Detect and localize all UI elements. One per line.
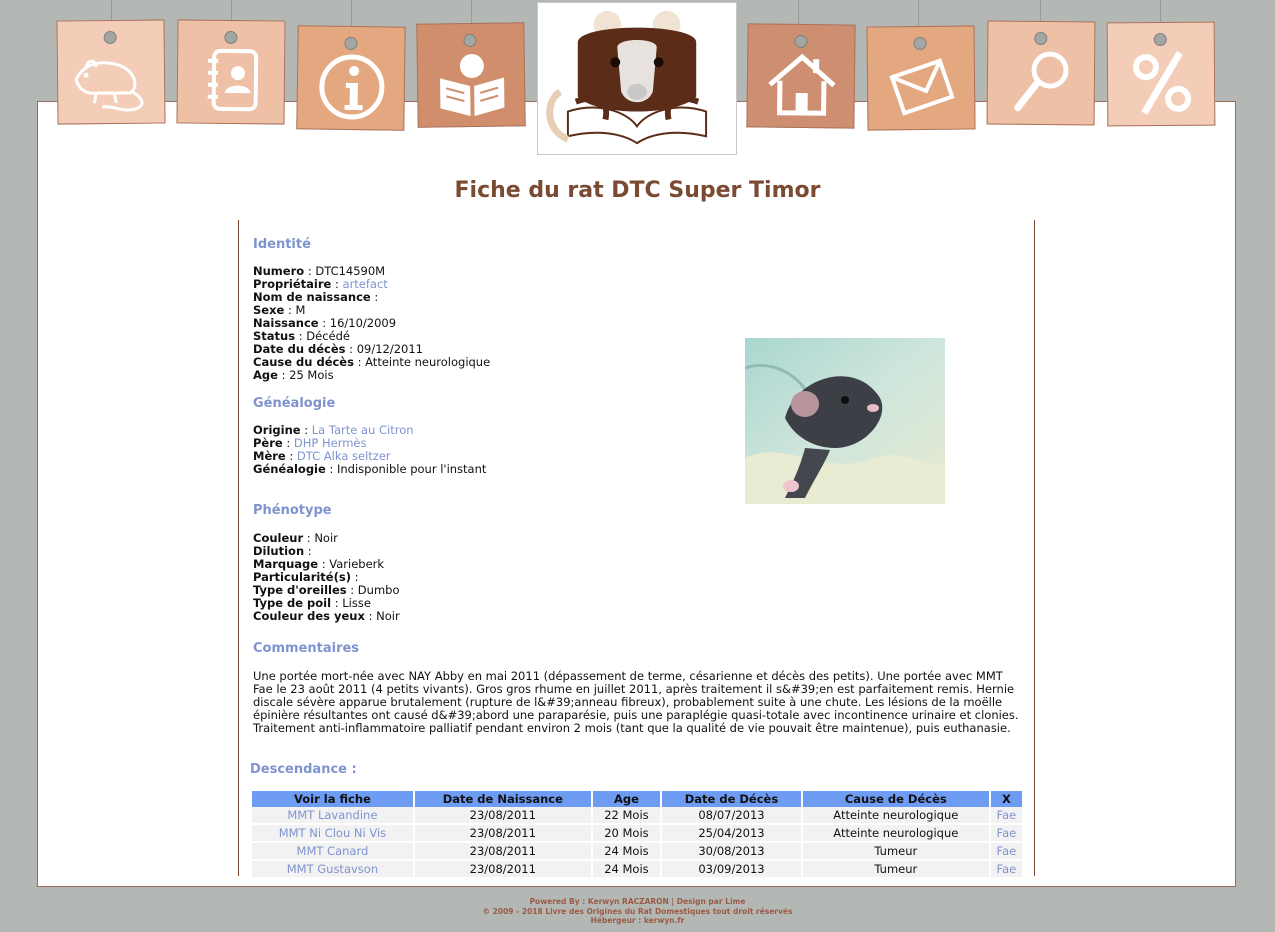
comment-text: Une portée mort-née avec NAY Abby en mai… bbox=[253, 669, 1019, 735]
column-header: Cause de Décès bbox=[802, 791, 989, 807]
origine-link[interactable]: La Tarte au Citron bbox=[312, 423, 414, 437]
partner-link[interactable]: Fae bbox=[997, 808, 1017, 822]
tag-hole bbox=[463, 33, 477, 48]
table-cell: 22 Mois bbox=[592, 807, 661, 825]
tag-hole bbox=[224, 30, 238, 45]
mere-link[interactable]: DTC Alka seltzer bbox=[297, 449, 391, 463]
column-header: X bbox=[990, 791, 1022, 807]
nav-search-button[interactable] bbox=[986, 20, 1096, 126]
table-cell: 20 Mois bbox=[592, 825, 661, 843]
descendance-heading: Descendance : bbox=[250, 762, 357, 777]
page-footer: Powered By : Kerwyn RACZARON | Design pa… bbox=[0, 897, 1275, 926]
rat-icon bbox=[74, 59, 144, 112]
table-cell: Tumeur bbox=[802, 861, 989, 879]
field-yeux: Couleur des yeux : Noir bbox=[253, 609, 400, 623]
table-cell: 23/08/2011 bbox=[414, 807, 591, 825]
table-cell: 23/08/2011 bbox=[414, 825, 591, 843]
table-cell: 23/08/2011 bbox=[414, 861, 591, 879]
search-icon bbox=[1014, 51, 1069, 112]
nav-info-button[interactable] bbox=[296, 25, 406, 131]
offspring-link[interactable]: MMT Canard bbox=[297, 844, 369, 858]
offspring-link[interactable]: MMT Ni Clou Ni Vis bbox=[279, 826, 386, 840]
genealogie-fields: Origine : La Tarte au Citron Père : DHP … bbox=[253, 424, 486, 476]
table-header-row: Voir la fiche Date de Naissance Age Date… bbox=[252, 791, 1022, 807]
table-cell: 23/08/2011 bbox=[414, 843, 591, 861]
column-header: Date de Naissance bbox=[414, 791, 591, 807]
table-row: MMT Canard 23/08/2011 24 Mois 30/08/2013… bbox=[252, 843, 1022, 861]
rat-photo-image bbox=[744, 338, 945, 504]
nav-mail-button[interactable] bbox=[866, 25, 976, 131]
tag-hole bbox=[1034, 31, 1048, 46]
field-age: Age : 25 Mois bbox=[253, 368, 334, 382]
offspring-link[interactable]: MMT Gustavson bbox=[287, 862, 378, 876]
table-cell: 30/08/2013 bbox=[662, 843, 801, 861]
table-cell: Tumeur bbox=[802, 843, 989, 861]
section-phenotype-heading: Phénotype bbox=[253, 503, 332, 518]
percent-icon bbox=[1132, 51, 1192, 115]
rat-book-logo-icon bbox=[546, 10, 708, 145]
numero-value: DTC14590M bbox=[315, 264, 386, 278]
table-cell: 24 Mois bbox=[592, 843, 661, 861]
reader-icon bbox=[440, 53, 505, 117]
rat-detail-panel: Identité Numero : DTC14590M Propriétaire… bbox=[238, 220, 1035, 879]
field-genealogie: Généalogie : Indisponible pour l'instant bbox=[253, 462, 487, 476]
table-cell: Atteinte neurologique bbox=[802, 807, 989, 825]
column-header: Age bbox=[592, 791, 661, 807]
info-icon bbox=[319, 54, 385, 120]
tag-hole bbox=[344, 36, 358, 51]
nav-reading-button[interactable] bbox=[416, 22, 526, 128]
partner-link[interactable]: Fae bbox=[997, 844, 1017, 858]
table-cell: 25/04/2013 bbox=[662, 825, 801, 843]
identite-fields: Numero : DTC14590M Propriétaire : artefa… bbox=[253, 265, 490, 382]
nav-rats-button[interactable] bbox=[56, 19, 166, 125]
nav-home-button[interactable] bbox=[746, 23, 856, 129]
footer-host: Hébergeur : kerwyn.fr bbox=[590, 916, 685, 925]
table-row: MMT Lavandine 23/08/2011 22 Mois 08/07/2… bbox=[252, 807, 1022, 825]
table-cell: 24 Mois bbox=[592, 861, 661, 879]
section-commentaires-heading: Commentaires bbox=[253, 641, 360, 656]
table-cell: Atteinte neurologique bbox=[802, 825, 989, 843]
site-logo[interactable] bbox=[537, 2, 737, 155]
home-icon bbox=[768, 53, 836, 116]
footer-copyright: © 2009 - 2018 Livre des Origines du Rat … bbox=[482, 906, 793, 916]
partner-link[interactable]: Fae bbox=[997, 826, 1017, 840]
mail-icon bbox=[889, 58, 955, 116]
column-header: Voir la fiche bbox=[252, 791, 413, 807]
tag-hole bbox=[1153, 32, 1167, 47]
section-genealogie-heading: Généalogie bbox=[253, 396, 336, 411]
tag-hole bbox=[794, 34, 808, 49]
table-cell: 03/09/2013 bbox=[662, 861, 801, 879]
offspring-link[interactable]: MMT Lavandine bbox=[287, 808, 377, 822]
pere-link[interactable]: DHP Hermès bbox=[294, 436, 367, 450]
page-title: Fiche du rat DTC Super Timor bbox=[454, 178, 821, 203]
tag-hole bbox=[103, 30, 117, 45]
nav-contacts-button[interactable] bbox=[176, 19, 286, 125]
table-cell: 08/07/2013 bbox=[662, 807, 801, 825]
table-row: MMT Gustavson 23/08/2011 24 Mois 03/09/2… bbox=[252, 861, 1022, 879]
descendance-table: Voir la fiche Date de Naissance Age Date… bbox=[250, 791, 1024, 879]
nav-percent-button[interactable] bbox=[1106, 21, 1216, 127]
section-identite-heading: Identité bbox=[253, 237, 311, 252]
rat-photo bbox=[744, 338, 945, 504]
partner-link[interactable]: Fae bbox=[997, 862, 1017, 876]
contacts-icon bbox=[207, 48, 259, 112]
owner-link[interactable]: artefact bbox=[343, 277, 388, 291]
phenotype-fields: Couleur : Noir Dilution : Marquage : Var… bbox=[253, 532, 400, 623]
footer-credits: Powered By : Kerwyn RACZARON | Design pa… bbox=[529, 897, 746, 906]
table-row: MMT Ni Clou Ni Vis 23/08/2011 20 Mois 25… bbox=[252, 825, 1022, 843]
tag-hole bbox=[913, 36, 927, 51]
column-header: Date de Décès bbox=[662, 791, 801, 807]
